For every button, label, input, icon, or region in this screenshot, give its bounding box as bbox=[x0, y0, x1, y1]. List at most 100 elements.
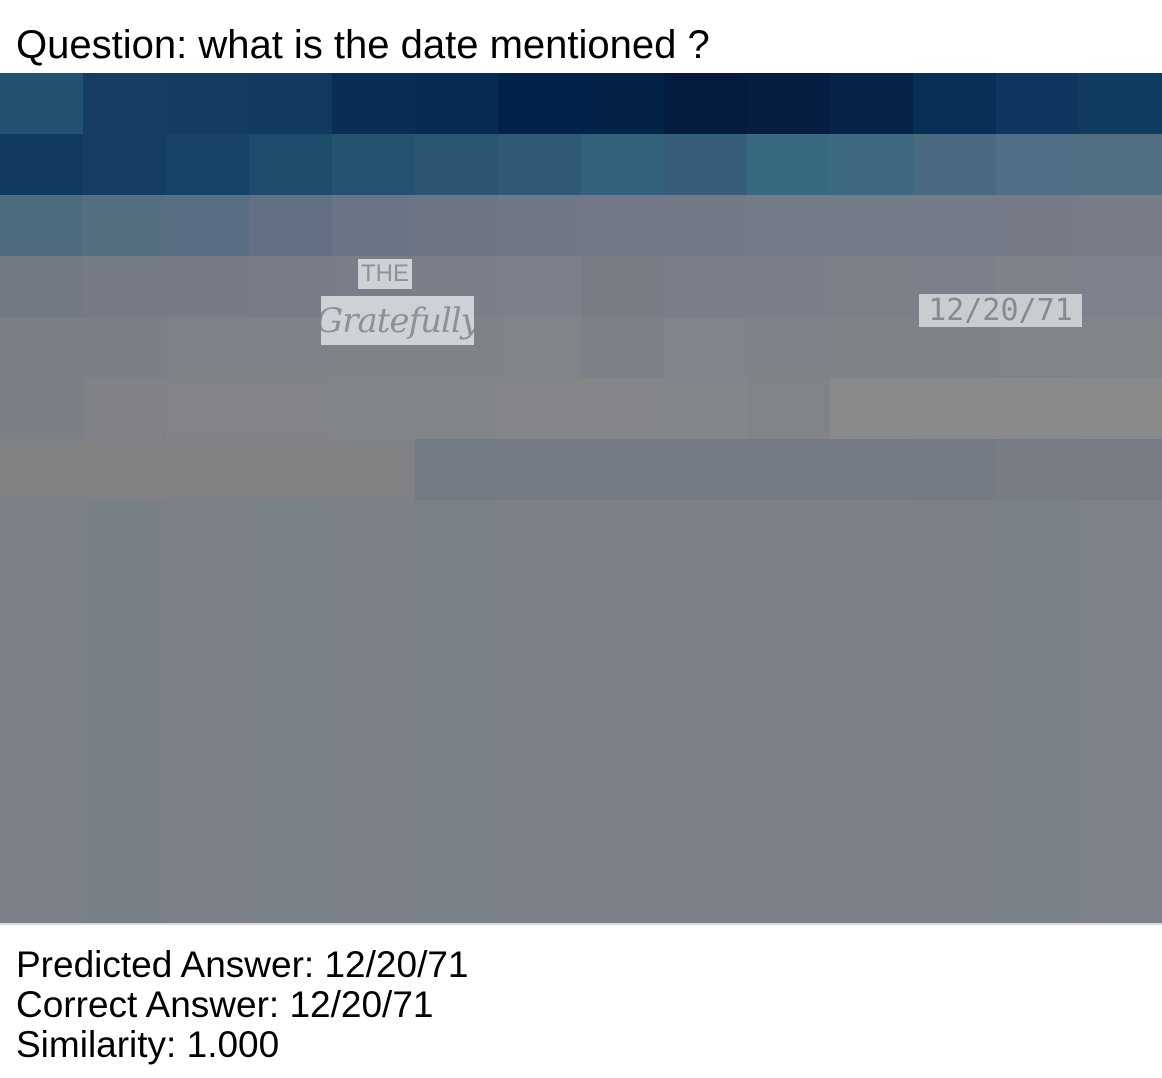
mosaic-cell bbox=[332, 73, 415, 134]
image-divider bbox=[0, 923, 1162, 925]
mosaic-cell bbox=[83, 317, 166, 378]
mosaic-cell bbox=[0, 439, 83, 500]
mosaic-cell bbox=[913, 73, 996, 134]
mosaic-cell bbox=[166, 500, 249, 923]
mosaic-cell bbox=[830, 256, 913, 317]
similarity-score: Similarity: 1.000 bbox=[16, 1024, 280, 1065]
mosaic-cell bbox=[581, 439, 664, 500]
mosaic-cell bbox=[498, 378, 581, 439]
mosaic-cell bbox=[0, 134, 83, 195]
correct-answer: Correct Answer: 12/20/71 bbox=[16, 984, 434, 1025]
mosaic-cell bbox=[83, 73, 166, 134]
document-image: THE Gratefully 12/20/71 bbox=[0, 73, 1162, 923]
mosaic-cell bbox=[249, 134, 332, 195]
mosaic-cell bbox=[913, 439, 996, 500]
mosaic-cell bbox=[996, 439, 1079, 500]
mosaic-cell bbox=[664, 134, 747, 195]
mosaic-cell bbox=[332, 134, 415, 195]
mosaic-cell bbox=[0, 317, 83, 378]
mosaic-cell bbox=[1079, 439, 1162, 500]
question-text: Question: what is the date mentioned ? bbox=[16, 23, 710, 67]
mosaic-cell bbox=[996, 73, 1079, 134]
mosaic-cell bbox=[747, 195, 830, 256]
mosaic-cell bbox=[913, 134, 996, 195]
mosaic-cell bbox=[0, 73, 83, 134]
mosaic-cell bbox=[249, 439, 332, 500]
mosaic-cell bbox=[996, 195, 1079, 256]
mosaic-cell bbox=[664, 256, 747, 317]
mosaic-cell bbox=[415, 378, 498, 439]
mosaic-cell bbox=[498, 134, 581, 195]
mosaic-cell bbox=[830, 439, 913, 500]
mosaic-cell bbox=[415, 439, 498, 500]
results-block: Predicted Answer: 12/20/71 Correct Answe… bbox=[16, 945, 469, 1065]
mosaic-cell bbox=[415, 195, 498, 256]
ocr-crop-date: 12/20/71 bbox=[919, 294, 1082, 327]
mosaic-cell bbox=[830, 317, 913, 378]
mosaic-cell bbox=[830, 73, 913, 134]
mosaic-cell bbox=[249, 317, 332, 378]
mosaic-cell bbox=[1079, 500, 1162, 923]
mosaic-cell bbox=[996, 134, 1079, 195]
mosaic-cell bbox=[913, 378, 996, 439]
mosaic-cell bbox=[332, 195, 415, 256]
ocr-crop-the: THE bbox=[358, 259, 412, 289]
mosaic-cell bbox=[0, 256, 83, 317]
mosaic-cell bbox=[166, 317, 249, 378]
mosaic-cell bbox=[83, 378, 166, 439]
mosaic-cell bbox=[498, 439, 581, 500]
mosaic-cell bbox=[664, 500, 747, 923]
mosaic-cell bbox=[747, 73, 830, 134]
mosaic-cell bbox=[498, 500, 581, 923]
mosaic-cell bbox=[415, 134, 498, 195]
mosaic-cell bbox=[747, 256, 830, 317]
mosaic-cell bbox=[498, 73, 581, 134]
mosaic-cell bbox=[913, 500, 996, 923]
mosaic-cell bbox=[581, 134, 664, 195]
mosaic-cell bbox=[1079, 317, 1162, 378]
mosaic-cell bbox=[498, 317, 581, 378]
mosaic-cell bbox=[249, 256, 332, 317]
mosaic-cell bbox=[581, 256, 664, 317]
mosaic-cell bbox=[664, 378, 747, 439]
mosaic-cell bbox=[83, 439, 166, 500]
mosaic-cell bbox=[996, 378, 1079, 439]
mosaic-cell bbox=[1079, 134, 1162, 195]
mosaic-cell bbox=[249, 500, 332, 923]
mosaic-cell bbox=[581, 195, 664, 256]
mosaic-cell bbox=[415, 500, 498, 923]
mosaic-cell bbox=[83, 256, 166, 317]
mosaic-cell bbox=[249, 378, 332, 439]
mosaic-cell bbox=[747, 378, 830, 439]
mosaic-cell bbox=[581, 500, 664, 923]
mosaic-cell bbox=[581, 378, 664, 439]
mosaic-cell bbox=[996, 500, 1079, 923]
mosaic-cell bbox=[581, 317, 664, 378]
mosaic-cell bbox=[830, 134, 913, 195]
mosaic-cell bbox=[0, 378, 83, 439]
mosaic-cell bbox=[83, 195, 166, 256]
mosaic-cell bbox=[1079, 73, 1162, 134]
mosaic-cell bbox=[664, 195, 747, 256]
mosaic-cell bbox=[166, 73, 249, 134]
mosaic-cell bbox=[166, 195, 249, 256]
mosaic-cell bbox=[830, 500, 913, 923]
mosaic-cell bbox=[415, 73, 498, 134]
mosaic-cell bbox=[332, 378, 415, 439]
mosaic-cell bbox=[0, 500, 83, 923]
mosaic-cell bbox=[830, 195, 913, 256]
mosaic-cell bbox=[913, 195, 996, 256]
mosaic-cell bbox=[498, 256, 581, 317]
mosaic-cell bbox=[166, 256, 249, 317]
mosaic-cell bbox=[747, 439, 830, 500]
pixelated-image-mosaic bbox=[0, 73, 1162, 923]
mosaic-cell bbox=[332, 500, 415, 923]
mosaic-cell bbox=[1079, 256, 1162, 317]
mosaic-cell bbox=[747, 500, 830, 923]
mosaic-cell bbox=[830, 378, 913, 439]
ocr-crop-script-word: Gratefully bbox=[321, 296, 474, 345]
mosaic-cell bbox=[1079, 195, 1162, 256]
mosaic-cell bbox=[0, 195, 83, 256]
mosaic-cell bbox=[83, 134, 166, 195]
mosaic-cell bbox=[166, 378, 249, 439]
